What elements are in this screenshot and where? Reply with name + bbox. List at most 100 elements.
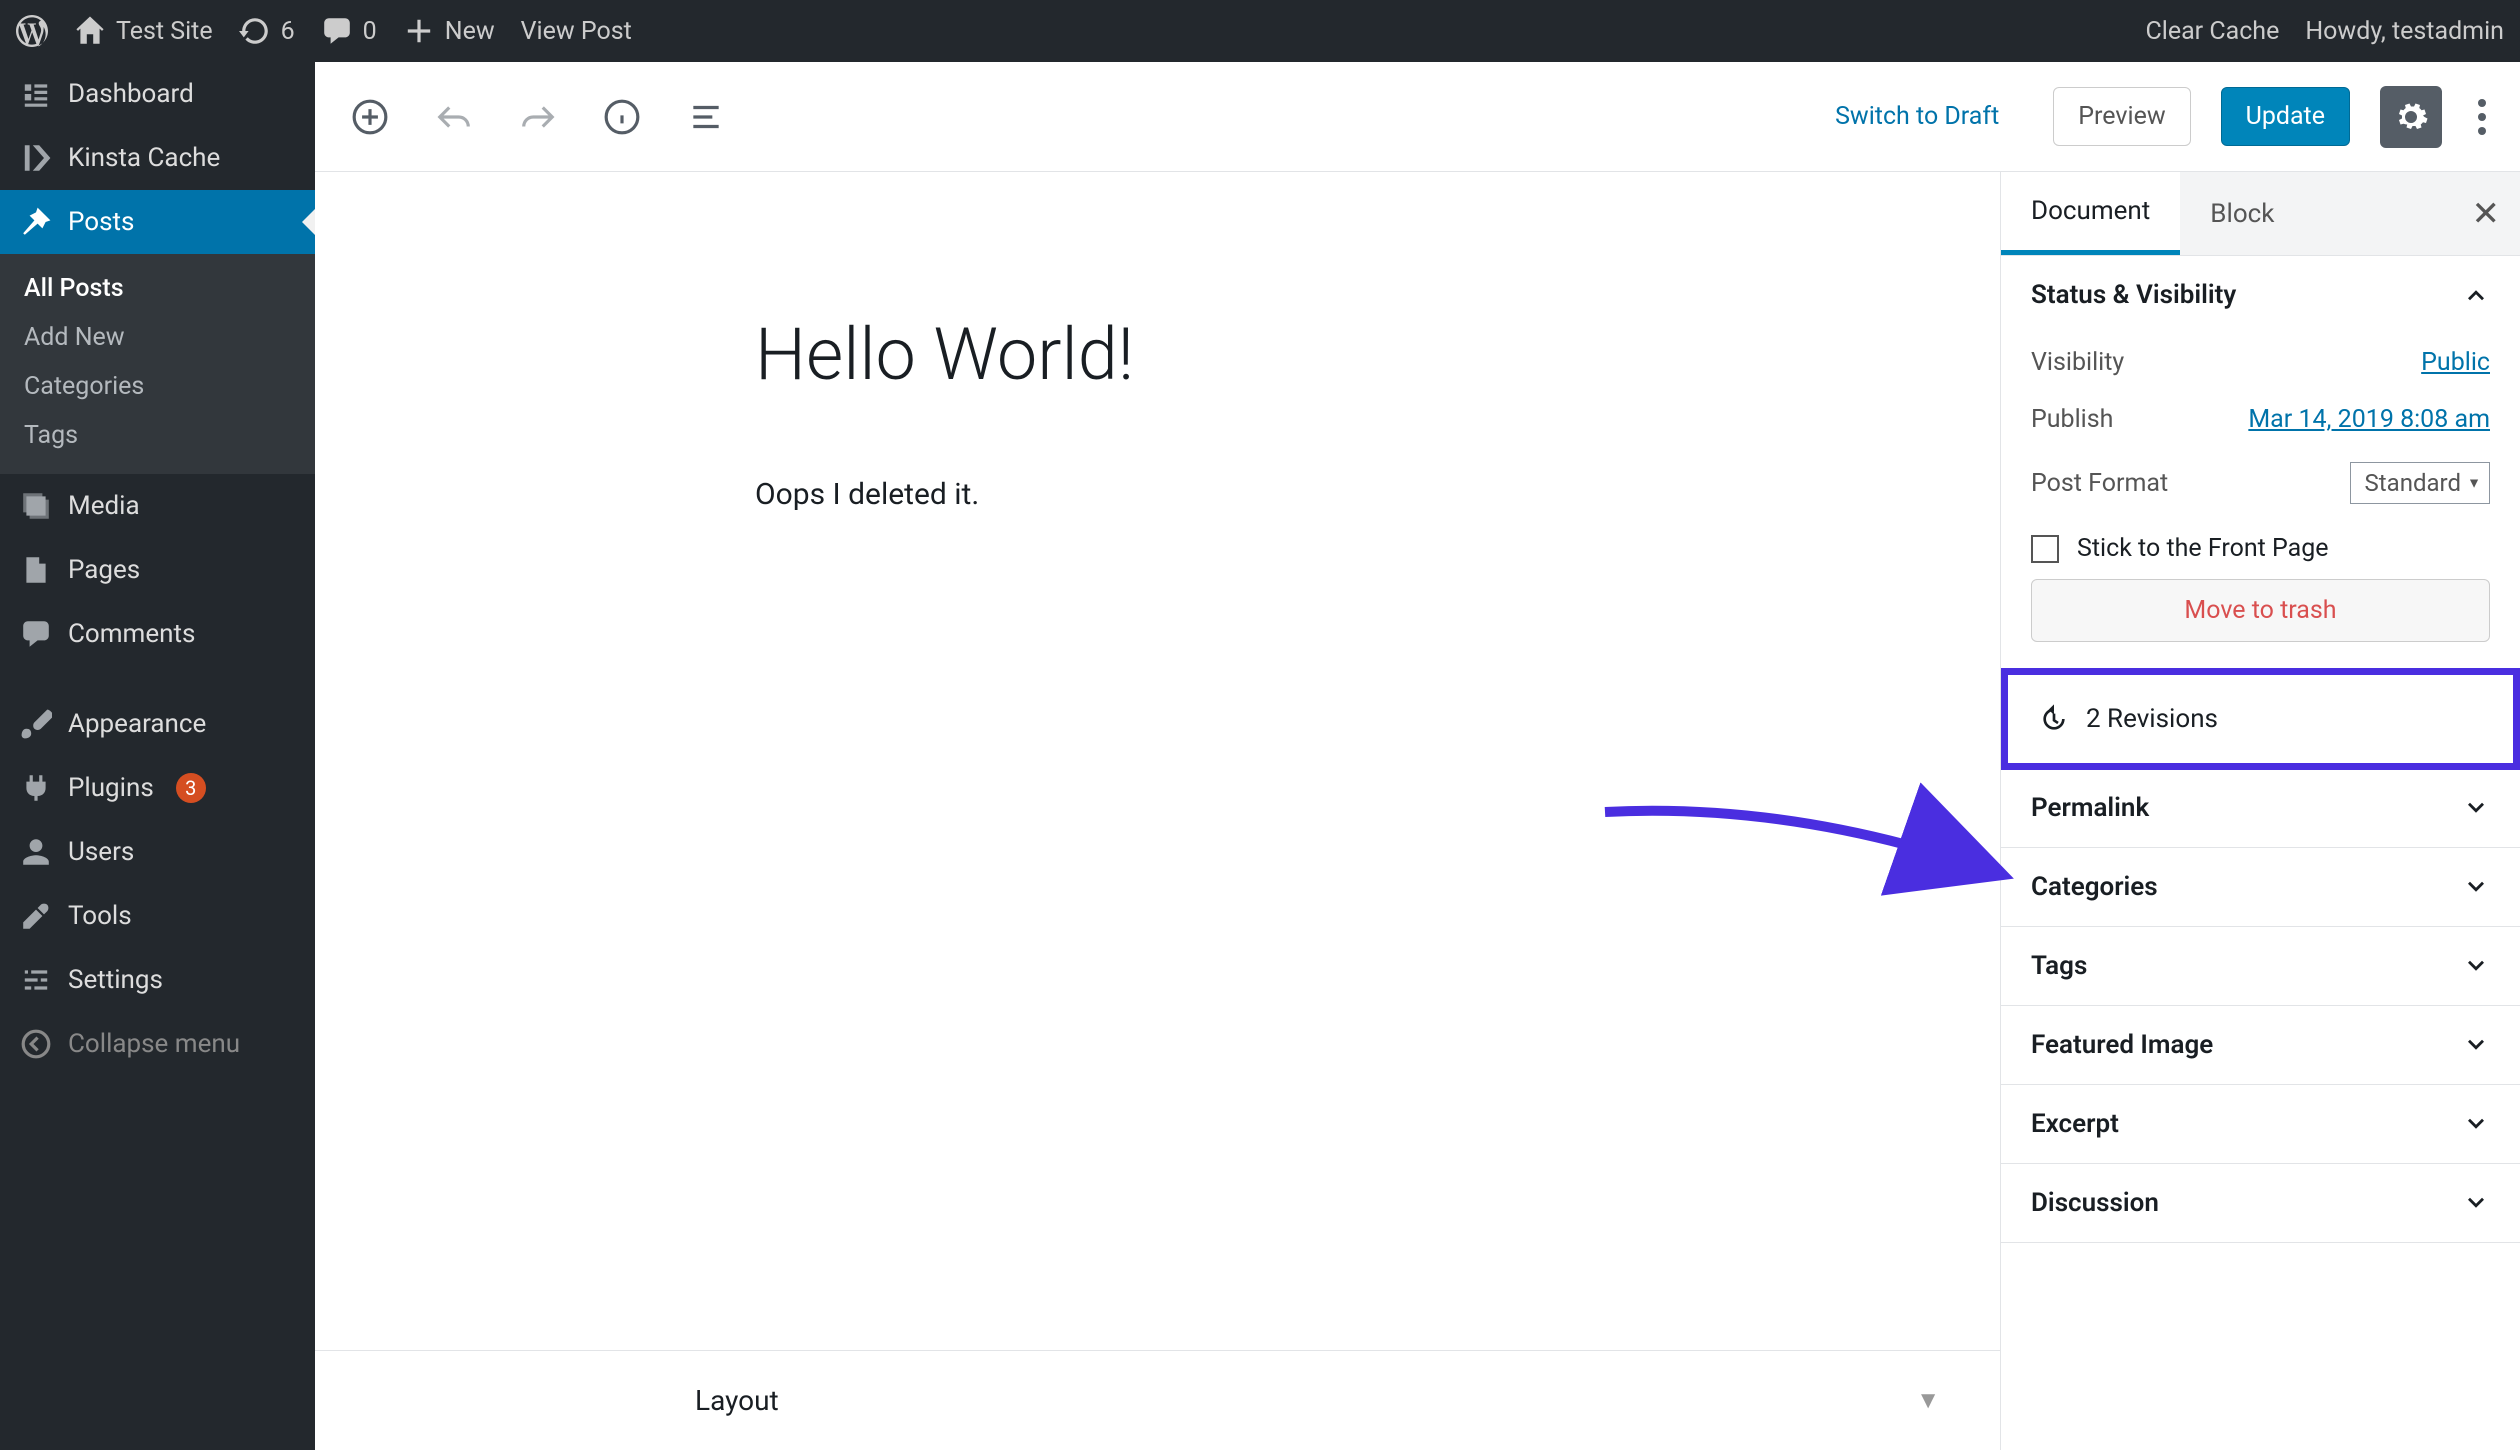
visibility-label: Visibility <box>2031 348 2124 377</box>
sidebar-collapse[interactable]: Collapse menu <box>0 1012 315 1076</box>
editor-toolbar: Switch to Draft Preview Update <box>315 62 2520 172</box>
section-categories[interactable]: Categories <box>2001 848 2520 926</box>
new-link[interactable]: New <box>403 15 495 47</box>
switch-draft-button[interactable]: Switch to Draft <box>1811 88 2023 145</box>
plugins-badge: 3 <box>176 773 206 803</box>
sidebar-comments[interactable]: Comments <box>0 602 315 666</box>
history-icon <box>2038 703 2070 735</box>
outline-button[interactable] <box>679 90 733 144</box>
section-tags[interactable]: Tags <box>2001 927 2520 1005</box>
wordpress-icon <box>16 15 48 47</box>
sidebar-media[interactable]: Media <box>0 474 315 538</box>
sidebar-dashboard[interactable]: Dashboard <box>0 62 315 126</box>
sidebar-settings[interactable]: Settings <box>0 948 315 1012</box>
media-icon <box>20 490 52 522</box>
gear-icon <box>2393 99 2429 135</box>
publish-value[interactable]: Mar 14, 2019 8:08 am <box>2248 405 2490 434</box>
chevron-down-icon <box>2462 1189 2490 1217</box>
sidebar-posts[interactable]: Posts <box>0 190 315 254</box>
settings-toggle-button[interactable] <box>2380 86 2442 148</box>
chevron-down-icon <box>2462 952 2490 980</box>
publish-label: Publish <box>2031 405 2113 434</box>
sidebar-plugins[interactable]: Plugins3 <box>0 756 315 820</box>
sidebar-tags[interactable]: Tags <box>0 411 315 460</box>
sidebar-categories[interactable]: Categories <box>0 362 315 411</box>
undo-button[interactable] <box>427 90 481 144</box>
format-select[interactable]: Standard <box>2350 462 2490 504</box>
howdy-link[interactable]: Howdy, testadmin <box>2305 17 2504 46</box>
list-icon <box>687 98 725 136</box>
visibility-value[interactable]: Public <box>2421 348 2490 377</box>
plus-icon <box>403 15 435 47</box>
view-post-link[interactable]: View Post <box>521 17 632 46</box>
editor-canvas[interactable]: Hello World! Oops I deleted it. <box>315 172 2000 1450</box>
add-block-button[interactable] <box>343 90 397 144</box>
sidebar-users[interactable]: Users <box>0 820 315 884</box>
sidebar-kinsta[interactable]: Kinsta Cache <box>0 126 315 190</box>
admin-bar: Test Site 6 0 New View Post Clear Cache … <box>0 0 2520 62</box>
comments-link[interactable]: 0 <box>321 15 377 47</box>
comments-icon <box>20 618 52 650</box>
collapse-icon <box>20 1028 52 1060</box>
tab-block[interactable]: Block <box>2180 172 2304 255</box>
kinsta-icon <box>20 142 52 174</box>
layout-metabox[interactable]: Layout ▼ <box>315 1350 2000 1450</box>
sidebar-appearance[interactable]: Appearance <box>0 692 315 756</box>
revisions-button[interactable]: 2 Revisions <box>2001 668 2520 770</box>
pin-icon <box>20 206 52 238</box>
update-button[interactable]: Update <box>2221 87 2350 146</box>
sidebar-add-new[interactable]: Add New <box>0 313 315 362</box>
section-excerpt[interactable]: Excerpt <box>2001 1085 2520 1163</box>
trash-button[interactable]: Move to trash <box>2031 579 2490 642</box>
site-link[interactable]: Test Site <box>74 15 213 47</box>
sidebar-tools[interactable]: Tools <box>0 884 315 948</box>
user-icon <box>20 836 52 868</box>
sliders-icon <box>20 964 52 996</box>
more-menu-button[interactable] <box>2472 99 2492 135</box>
format-label: Post Format <box>2031 469 2168 498</box>
info-icon <box>603 98 641 136</box>
dashboard-icon <box>20 78 52 110</box>
sidebar-pages[interactable]: Pages <box>0 538 315 602</box>
clear-cache-link[interactable]: Clear Cache <box>2145 17 2279 46</box>
chevron-up-icon <box>2462 281 2490 309</box>
updates-count: 6 <box>281 17 295 46</box>
chevron-down-icon <box>2462 794 2490 822</box>
checkbox-icon <box>2031 535 2059 563</box>
section-permalink[interactable]: Permalink <box>2001 769 2520 847</box>
home-icon <box>74 15 106 47</box>
chevron-down-icon <box>2462 1110 2490 1138</box>
undo-icon <box>435 98 473 136</box>
updates-link[interactable]: 6 <box>239 15 295 47</box>
chevron-down-icon: ▼ <box>1916 1386 1940 1415</box>
chevron-down-icon <box>2462 873 2490 901</box>
update-icon <box>239 15 271 47</box>
plugin-icon <box>20 772 52 804</box>
site-name: Test Site <box>116 17 213 46</box>
wrench-icon <box>20 900 52 932</box>
new-label: New <box>445 17 495 46</box>
preview-button[interactable]: Preview <box>2053 87 2190 146</box>
comments-count: 0 <box>363 17 377 46</box>
post-title[interactable]: Hello World! <box>755 312 1795 397</box>
info-button[interactable] <box>595 90 649 144</box>
panel-tabs: Document Block ✕ <box>2001 172 2520 256</box>
section-status-header[interactable]: Status & Visibility <box>2001 256 2520 334</box>
post-body[interactable]: Oops I deleted it. <box>755 477 1795 512</box>
section-featured[interactable]: Featured Image <box>2001 1006 2520 1084</box>
stick-row[interactable]: Stick to the Front Page <box>2031 518 2490 579</box>
settings-panel: Document Block ✕ Status & Visibility Vis… <box>2000 172 2520 1450</box>
sidebar-posts-submenu: All Posts Add New Categories Tags <box>0 254 315 474</box>
close-panel-button[interactable]: ✕ <box>2472 194 2501 234</box>
editor-main: Switch to Draft Preview Update Hello Wor… <box>315 62 2520 1450</box>
admin-sidebar: Dashboard Kinsta Cache Posts All Posts A… <box>0 62 315 1450</box>
section-discussion[interactable]: Discussion <box>2001 1164 2520 1242</box>
comment-icon <box>321 15 353 47</box>
sidebar-all-posts[interactable]: All Posts <box>0 264 315 313</box>
plus-circle-icon <box>351 98 389 136</box>
page-icon <box>20 554 52 586</box>
tab-document[interactable]: Document <box>2001 172 2180 255</box>
redo-button[interactable] <box>511 90 565 144</box>
section-status: Status & Visibility Visibility Public Pub… <box>2001 256 2520 669</box>
wp-logo[interactable] <box>16 15 48 47</box>
